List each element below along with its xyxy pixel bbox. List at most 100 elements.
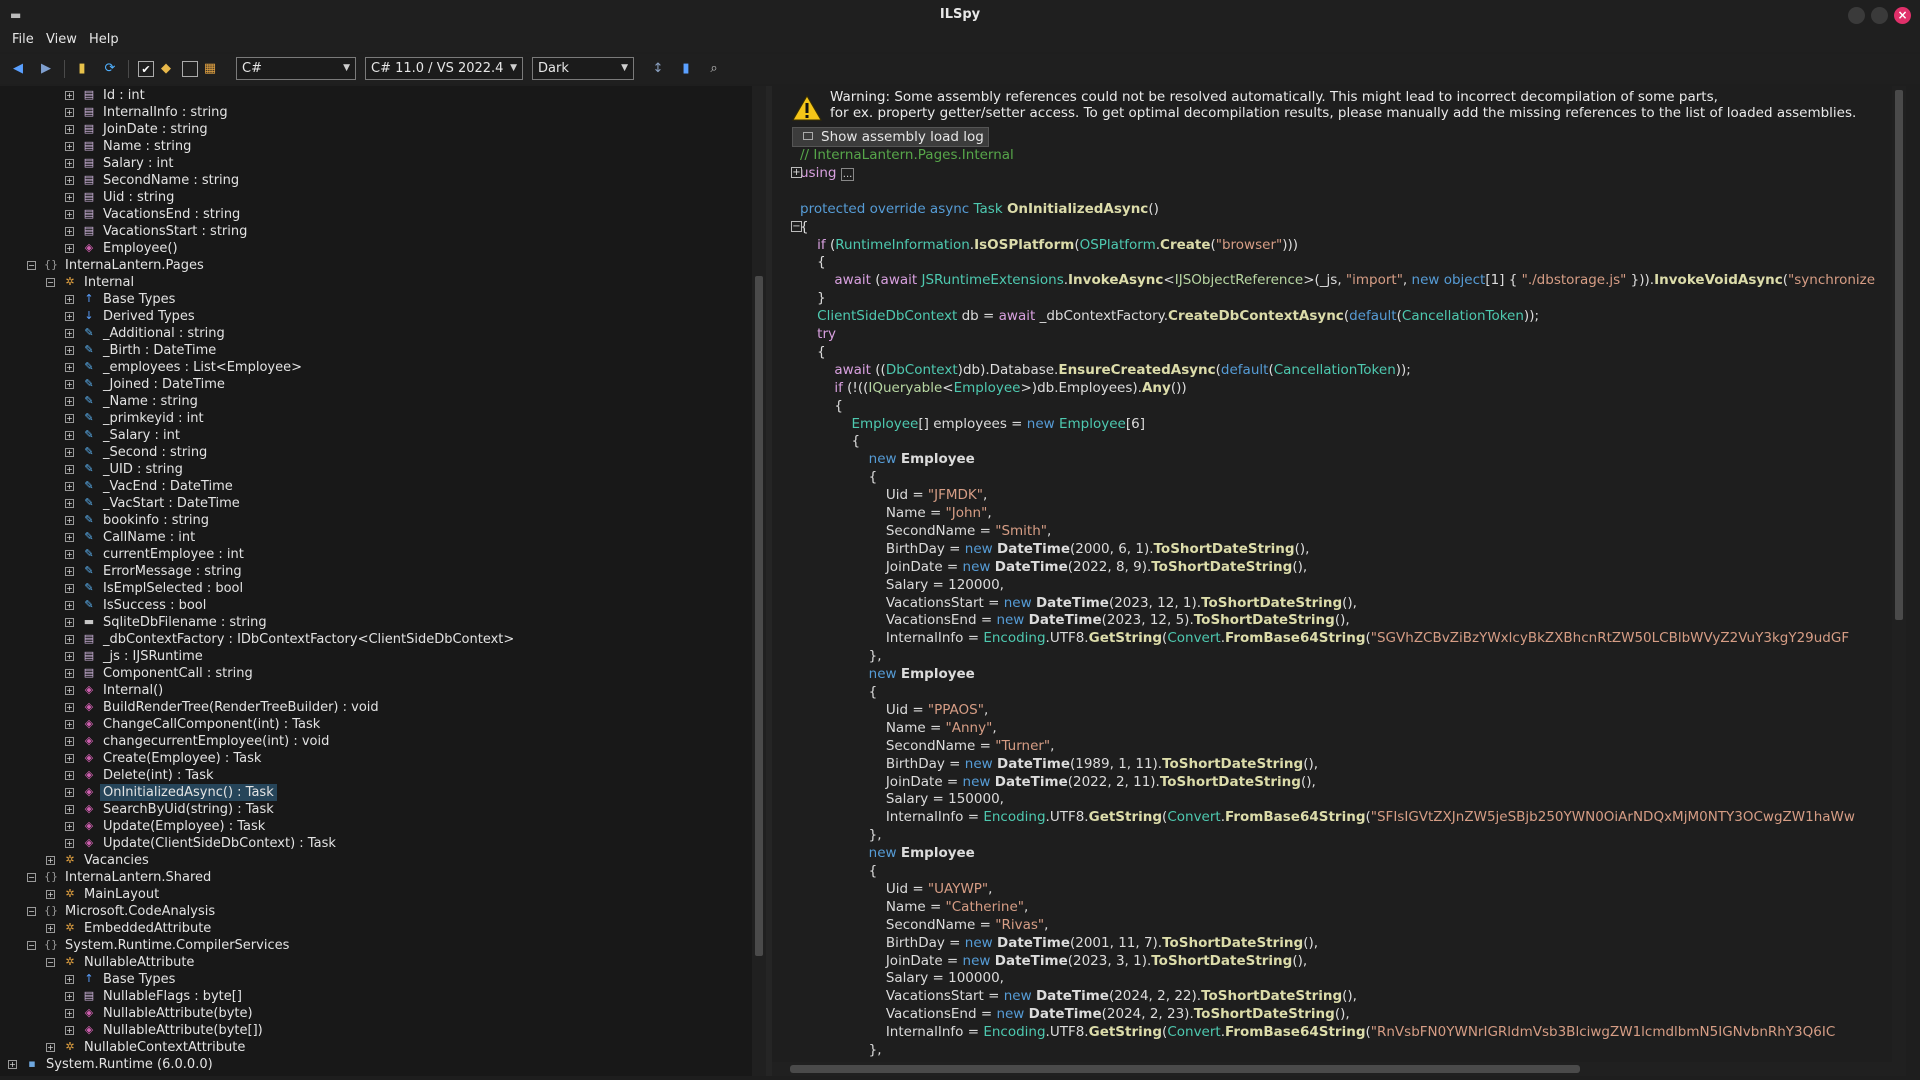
tree-node[interactable]: + ✲ Vacancies bbox=[0, 852, 750, 869]
expand-toggle-icon[interactable]: + bbox=[65, 618, 74, 627]
expand-toggle-icon[interactable]: + bbox=[65, 227, 74, 236]
expand-toggle-icon[interactable]: + bbox=[8, 1060, 17, 1069]
tree-node[interactable]: + ◈ Update(ClientSideDbContext) : Task bbox=[0, 835, 750, 852]
tree-node[interactable]: + ◈ changecurrentEmployee(int) : void bbox=[0, 733, 750, 750]
tree-node[interactable]: −{} System.Runtime.CompilerServices bbox=[0, 937, 750, 954]
collapse-toggle-icon[interactable]: − bbox=[27, 907, 36, 916]
tree-node[interactable]: + ▤ VacationsEnd : string bbox=[0, 206, 750, 223]
expand-toggle-icon[interactable]: + bbox=[65, 159, 74, 168]
collapse-toggle-icon[interactable]: − bbox=[27, 261, 36, 270]
tree-node[interactable]: + ✎ ErrorMessage : string bbox=[0, 563, 750, 580]
show-public-only-checkbox-icon[interactable]: ✔ bbox=[138, 61, 154, 77]
expand-toggle-icon[interactable]: + bbox=[65, 312, 74, 321]
tree-node[interactable]: + ↑ Base Types bbox=[0, 291, 750, 308]
expand-toggle-icon[interactable]: + bbox=[65, 516, 74, 525]
tree-node[interactable]: + ✲ NullableContextAttribute bbox=[0, 1039, 750, 1056]
expand-toggle-icon[interactable]: + bbox=[65, 142, 74, 151]
document-icon[interactable]: ▮ bbox=[678, 61, 694, 77]
expand-toggle-icon[interactable]: + bbox=[65, 176, 74, 185]
expand-toggle-icon[interactable]: + bbox=[65, 346, 74, 355]
theme-select[interactable]: Dark ▼ bbox=[532, 57, 634, 80]
expand-toggle-icon[interactable]: + bbox=[65, 669, 74, 678]
tree-node[interactable]: + ✎ _Birth : DateTime bbox=[0, 342, 750, 359]
tree-node[interactable]: + ✎ _Name : string bbox=[0, 393, 750, 410]
back-icon[interactable]: ◀ bbox=[10, 61, 26, 77]
tree-node[interactable]: + ▤ _js : IJSRuntime bbox=[0, 648, 750, 665]
show-all-checkbox-icon[interactable] bbox=[182, 61, 198, 77]
code-scrollbar-thumb[interactable] bbox=[1895, 90, 1903, 620]
tree-node[interactable]: + ▬ SqliteDbFilename : string bbox=[0, 614, 750, 631]
open-file-icon[interactable]: ▮ bbox=[74, 61, 90, 77]
expand-toggle-icon[interactable]: + bbox=[65, 1009, 74, 1018]
expand-toggle-icon[interactable]: + bbox=[65, 737, 74, 746]
tree-node[interactable]: + ✎ IsSuccess : bool bbox=[0, 597, 750, 614]
expand-toggle-icon[interactable]: + bbox=[65, 108, 74, 117]
tree-node[interactable]: + ◈ ChangeCallComponent(int) : Task bbox=[0, 716, 750, 733]
expand-toggle-icon[interactable]: + bbox=[65, 686, 74, 695]
expand-toggle-icon[interactable]: + bbox=[65, 635, 74, 644]
tree-node[interactable]: −{} Microsoft.CodeAnalysis bbox=[0, 903, 750, 920]
menu-file[interactable]: File bbox=[12, 32, 34, 47]
tree-node[interactable]: + ✎ CallName : int bbox=[0, 529, 750, 546]
expand-toggle-icon[interactable]: + bbox=[46, 1043, 55, 1052]
tree-node[interactable]: + ✎ _Salary : int bbox=[0, 427, 750, 444]
expand-toggle-icon[interactable]: + bbox=[65, 720, 74, 729]
expand-toggle-icon[interactable]: + bbox=[65, 533, 74, 542]
expand-toggle-icon[interactable]: + bbox=[65, 754, 74, 763]
tree-node[interactable]: + ✎ _employees : List<Employee> bbox=[0, 359, 750, 376]
expand-toggle-icon[interactable]: + bbox=[65, 975, 74, 984]
expand-toggle-icon[interactable]: + bbox=[65, 414, 74, 423]
expand-toggle-icon[interactable]: + bbox=[65, 244, 74, 253]
tree-node[interactable]: + ▪ System.Runtime (6.0.0.0) bbox=[0, 1056, 750, 1073]
code-scrollbar[interactable] bbox=[1892, 86, 1906, 1062]
tree-node[interactable]: + ◈ Create(Employee) : Task bbox=[0, 750, 750, 767]
expand-toggle-icon[interactable]: + bbox=[65, 805, 74, 814]
tree-node[interactable]: + ✎ IsEmplSelected : bool bbox=[0, 580, 750, 597]
show-internal-icon[interactable]: ◆ bbox=[158, 61, 174, 77]
tree-node[interactable]: + ▤ _dbContextFactory : IDbContextFactory<… bbox=[0, 631, 750, 648]
expand-toggle-icon[interactable]: + bbox=[65, 295, 74, 304]
maximize-button[interactable] bbox=[1871, 7, 1888, 24]
tree-node[interactable]: + ◈ Delete(int) : Task bbox=[0, 767, 750, 784]
tree-node[interactable]: + ◈ Internal() bbox=[0, 682, 750, 699]
collapse-toggle-icon[interactable]: − bbox=[27, 873, 36, 882]
sort-icon[interactable]: ↕ bbox=[650, 61, 666, 77]
collapse-toggle-icon[interactable]: − bbox=[27, 941, 36, 950]
tree-scrollbar-thumb[interactable] bbox=[755, 276, 763, 956]
tree-node[interactable]: − ✲ Internal bbox=[0, 274, 750, 291]
tree-node[interactable]: + ✎ _Additional : string bbox=[0, 325, 750, 342]
collapse-toggle-icon[interactable]: − bbox=[46, 958, 55, 967]
expand-toggle-icon[interactable]: + bbox=[65, 465, 74, 474]
expand-toggle-icon[interactable]: + bbox=[46, 924, 55, 933]
tree-node[interactable]: + ▤ VacationsStart : string bbox=[0, 223, 750, 240]
expand-toggle-icon[interactable]: + bbox=[65, 652, 74, 661]
language-select[interactable]: C# ▼ bbox=[236, 57, 356, 80]
tree-node[interactable]: + ↑ Base Types bbox=[0, 971, 750, 988]
expand-toggle-icon[interactable]: + bbox=[65, 992, 74, 1001]
tree-node[interactable]: + ▤ Id : int bbox=[0, 87, 750, 104]
tree-node[interactable]: − ✲ NullableAttribute bbox=[0, 954, 750, 971]
expand-using-icon[interactable]: + bbox=[791, 166, 802, 178]
show-assembly-load-log-button[interactable]: Show assembly load log bbox=[792, 127, 989, 147]
reload-icon[interactable]: ⟳ bbox=[102, 61, 118, 77]
tree-scrollbar[interactable] bbox=[752, 86, 766, 1076]
close-button[interactable]: × bbox=[1894, 7, 1911, 24]
search-icon[interactable]: ⌕ bbox=[706, 61, 722, 77]
expand-toggle-icon[interactable]: + bbox=[65, 601, 74, 610]
language-version-select[interactable]: C# 11.0 / VS 2022.4 ▼ bbox=[365, 57, 523, 80]
collapse-method-icon[interactable]: − bbox=[791, 220, 802, 232]
expand-toggle-icon[interactable]: + bbox=[65, 567, 74, 576]
tree-node[interactable]: + ✎ _Second : string bbox=[0, 444, 750, 461]
expand-toggle-icon[interactable]: + bbox=[65, 380, 74, 389]
tree-node[interactable]: + ✎ _VacEnd : DateTime bbox=[0, 478, 750, 495]
expand-toggle-icon[interactable]: + bbox=[65, 550, 74, 559]
expand-toggle-icon[interactable]: + bbox=[65, 1026, 74, 1035]
tree-node[interactable]: + ◈ OnInitializedAsync() : Task bbox=[0, 784, 750, 801]
tree-node[interactable]: + ✎ _Joined : DateTime bbox=[0, 376, 750, 393]
collapse-toggle-icon[interactable]: − bbox=[46, 278, 55, 287]
tree-node[interactable]: + ✲ EmbeddedAttribute bbox=[0, 920, 750, 937]
expand-toggle-icon[interactable]: + bbox=[65, 193, 74, 202]
tree-node[interactable]: + ▤ InternalInfo : string bbox=[0, 104, 750, 121]
expand-toggle-icon[interactable]: + bbox=[65, 771, 74, 780]
expand-toggle-icon[interactable]: + bbox=[46, 890, 55, 899]
